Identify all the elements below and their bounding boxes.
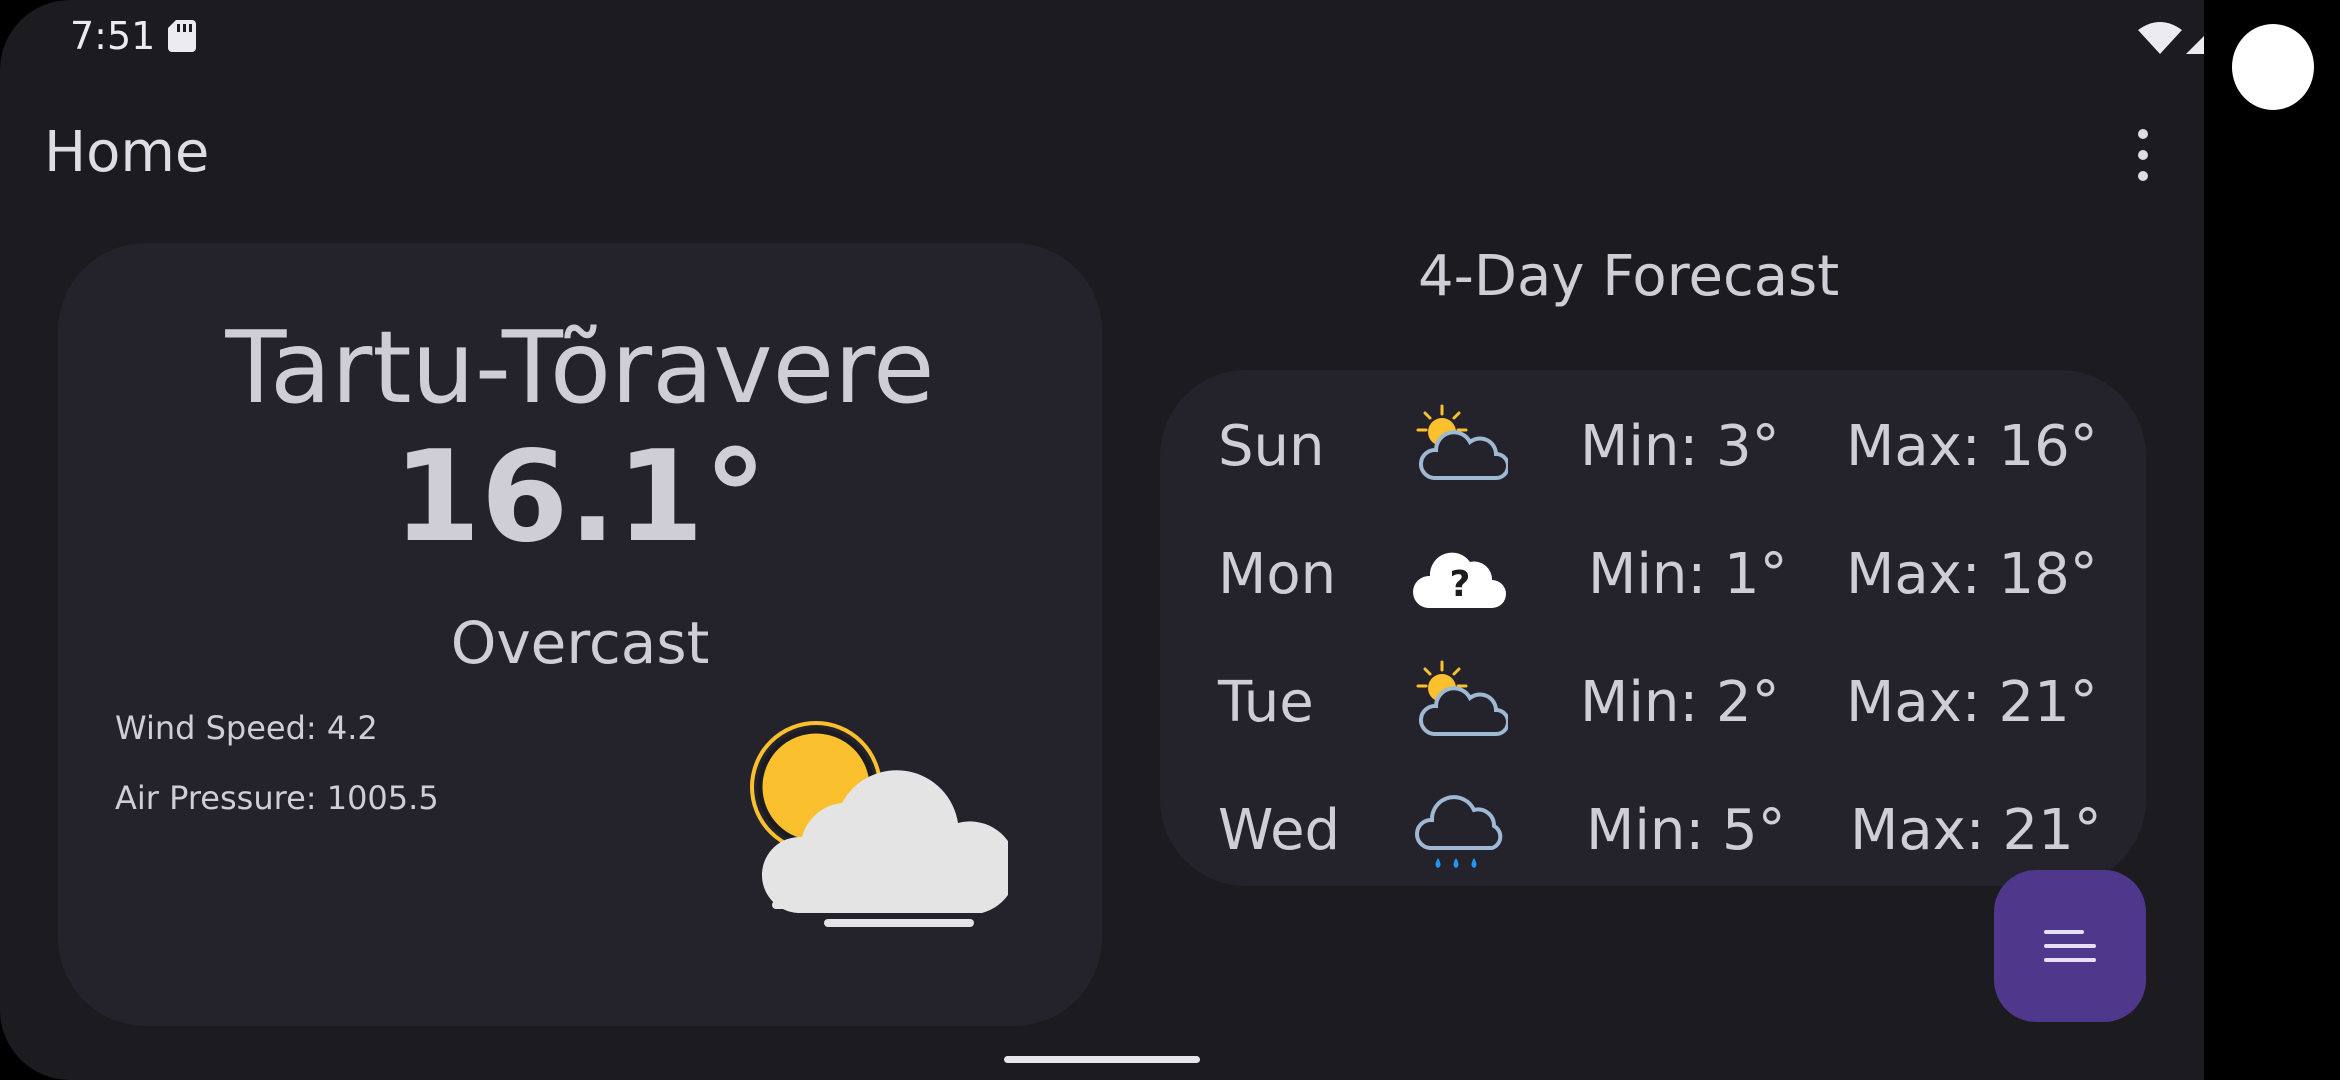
forecast-day: Mon bbox=[1218, 542, 1337, 607]
menu-fab-button[interactable] bbox=[1994, 870, 2146, 1022]
forecast-max: Max: 16° bbox=[1846, 414, 2098, 479]
more-options-button[interactable] bbox=[2120, 124, 2166, 186]
forecast-min: Min: 2° bbox=[1580, 670, 1780, 735]
current-weather-card: Tartu-Tõravere 16.1° Overcast Wind Speed… bbox=[58, 243, 1102, 1026]
forecast-max: Max: 18° bbox=[1846, 542, 2098, 607]
forecast-title: 4-Day Forecast bbox=[1418, 244, 1840, 309]
partly-sunny-icon bbox=[1416, 660, 1508, 736]
camera-cutout bbox=[2232, 24, 2314, 110]
forecast-day: Tue bbox=[1218, 670, 1314, 735]
menu-icon bbox=[2044, 930, 2096, 962]
svg-text:?: ? bbox=[1450, 564, 1471, 605]
page-title: Home bbox=[44, 120, 210, 185]
wifi-icon bbox=[2138, 22, 2182, 54]
forecast-row: Tue Min: 2° Max: 21° bbox=[1160, 638, 2146, 758]
forecast-row: Wed Min: 5° Max: 21° bbox=[1160, 766, 2146, 886]
sd-card-icon bbox=[168, 20, 196, 52]
city-name: Tartu-Tõravere bbox=[225, 309, 935, 426]
unknown-weather-icon: ? bbox=[1412, 552, 1506, 608]
status-time: 7:51 bbox=[70, 14, 156, 58]
forecast-day: Sun bbox=[1218, 414, 1325, 479]
air-pressure: Air Pressure: 1005.5 bbox=[115, 779, 439, 817]
forecast-row: Sun Min: 3° Max: 16° bbox=[1160, 382, 2146, 502]
sun-cloud-fog-icon bbox=[750, 721, 1008, 927]
forecast-min: Min: 1° bbox=[1588, 542, 1788, 607]
display-cutout bbox=[2204, 0, 2340, 1080]
current-temperature: 16.1° bbox=[393, 423, 767, 570]
weather-condition: Overcast bbox=[450, 609, 710, 677]
forecast-max: Max: 21° bbox=[1850, 798, 2102, 863]
forecast-day: Wed bbox=[1218, 798, 1341, 863]
forecast-row: Mon ? Min: 1° Max: 18° bbox=[1160, 510, 2146, 630]
rain-icon bbox=[1414, 795, 1503, 868]
app-screen: 7:51 Home Tartu-Tõravere 16.1° Overcast … bbox=[0, 0, 2340, 1080]
gesture-home-bar[interactable] bbox=[1004, 1056, 1200, 1063]
wind-speed: Wind Speed: 4.2 bbox=[115, 709, 378, 747]
partly-sunny-icon bbox=[1416, 404, 1508, 480]
forecast-max: Max: 21° bbox=[1846, 670, 2098, 735]
forecast-min: Min: 5° bbox=[1586, 798, 1786, 863]
forecast-min: Min: 3° bbox=[1580, 414, 1780, 479]
forecast-card: Sun Min: 3° Max: 16° Mon ? Min: 1° Max: … bbox=[1160, 370, 2146, 886]
